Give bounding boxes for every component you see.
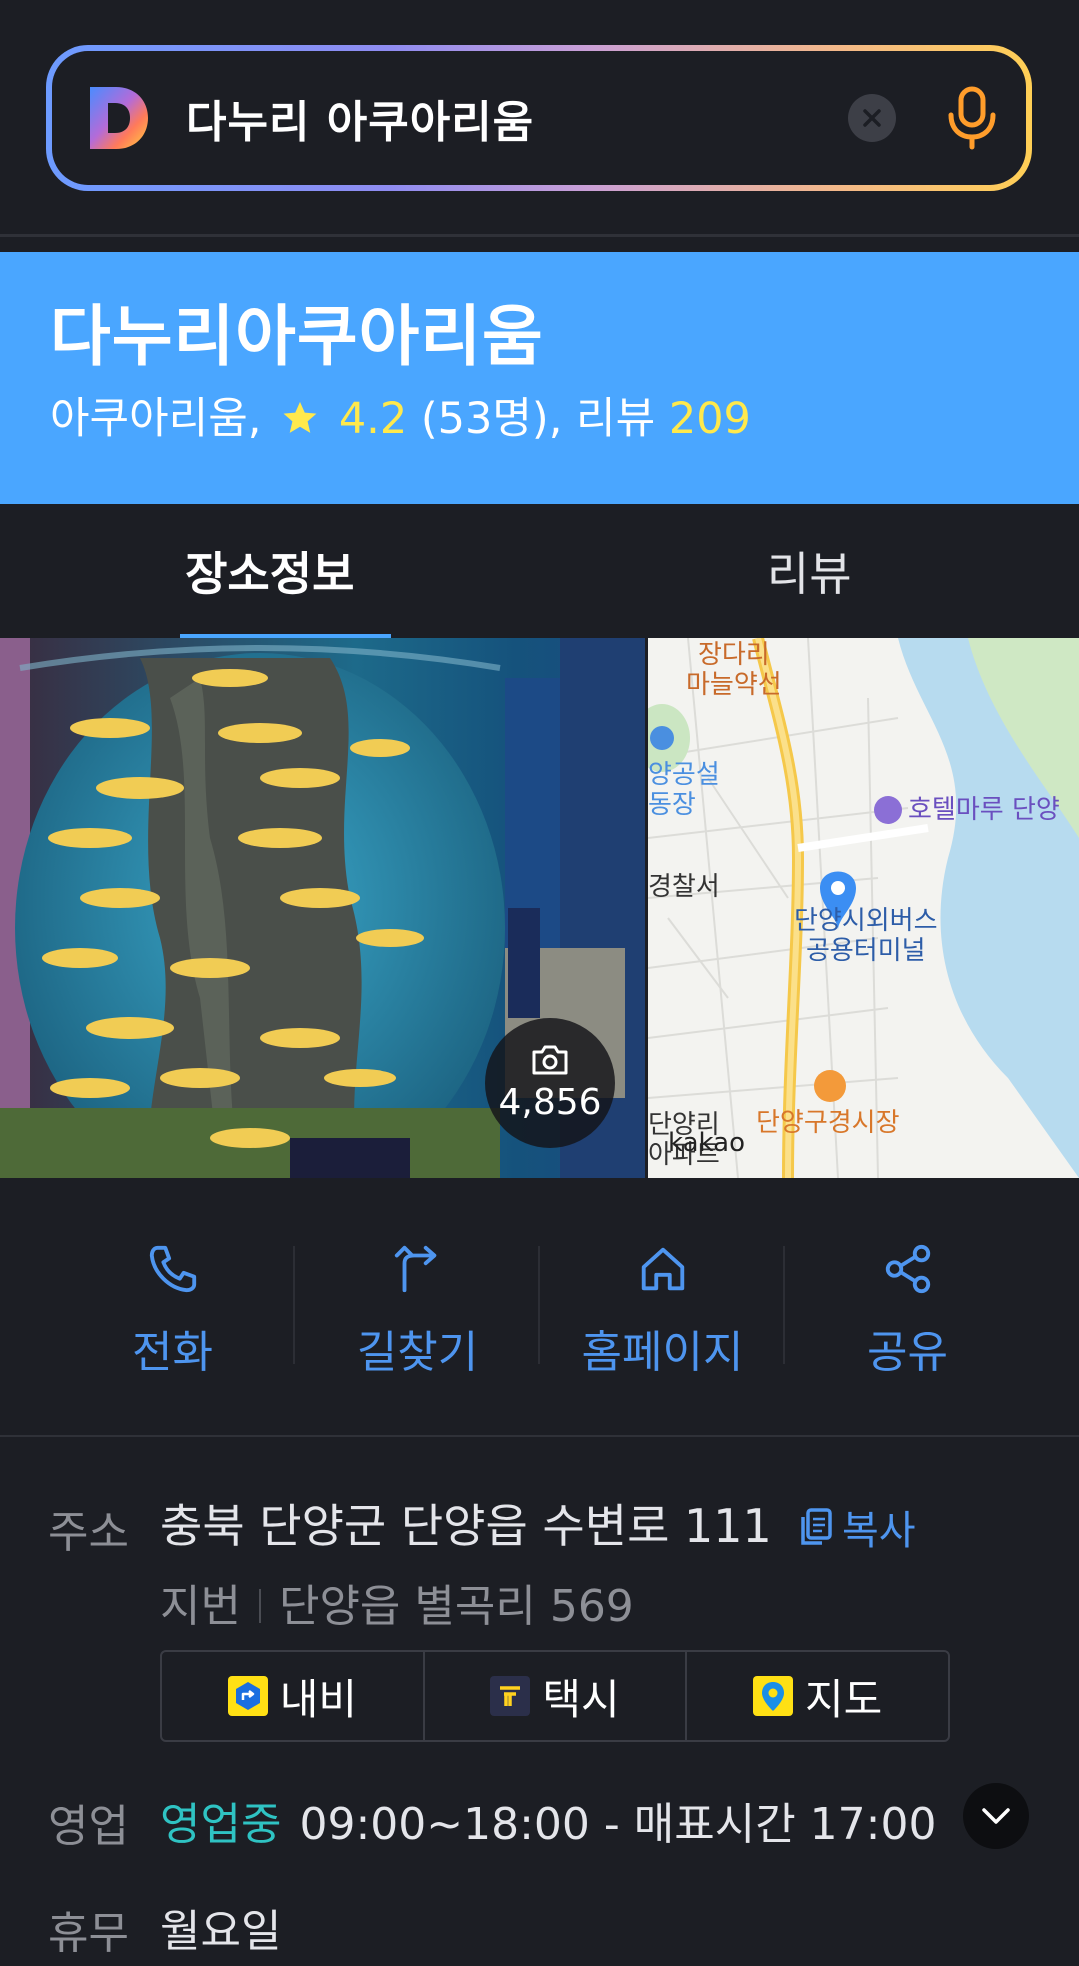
map-label-terminal: 단양시외버스 공용터미널 bbox=[794, 906, 938, 966]
jibun-row: 지번 단양읍 별곡리 569 bbox=[160, 1570, 634, 1634]
share-icon bbox=[885, 1244, 930, 1294]
map-label-hotel: 호텔마루 단양 bbox=[908, 795, 1060, 825]
action-label: 전화 bbox=[132, 1327, 213, 1378]
place-title: 다누리아쿠아리움 bbox=[50, 298, 544, 375]
action-label: 길찾기 bbox=[356, 1327, 479, 1378]
phone-icon bbox=[149, 1245, 196, 1293]
map-label-pharmacy: 장다리 마늘약선 bbox=[686, 640, 782, 700]
tab-place-info[interactable]: 장소정보 bbox=[0, 504, 540, 638]
tab-reviews[interactable]: 리뷰 bbox=[540, 504, 1079, 638]
open-status: 영업중 bbox=[160, 1799, 282, 1850]
map-label: 지도 bbox=[805, 1674, 883, 1724]
place-summary[interactable]: 아쿠아리움, 4.2 (53명), 리뷰 209 bbox=[50, 390, 1029, 448]
call-button[interactable]: 전화 bbox=[50, 1210, 295, 1380]
place-category: 아쿠아리움, bbox=[50, 394, 262, 444]
taxi-label: 택시 bbox=[542, 1674, 620, 1724]
divider bbox=[0, 234, 1079, 237]
taxi-button[interactable]: 택시 bbox=[422, 1652, 686, 1740]
address-label: 주소 bbox=[48, 1507, 129, 1558]
address-text: 충북 단양군 단양읍 수변로 111 bbox=[160, 1499, 772, 1553]
home-icon bbox=[641, 1247, 684, 1291]
location-map[interactable]: 장다리 마늘약선 양공설 동장 호텔마루 단양 경찰서 단양시외버스 공용터미널… bbox=[648, 638, 1079, 1178]
rating-count: (53명), 리뷰 bbox=[420, 394, 656, 444]
hours-text: 09:00~18:00 - 매표시간 17:00 bbox=[299, 1799, 937, 1850]
navi-button[interactable]: 내비 bbox=[162, 1652, 423, 1740]
copy-icon bbox=[801, 1508, 832, 1545]
camera-icon bbox=[532, 1045, 568, 1074]
copy-label: 복사 bbox=[842, 1508, 916, 1554]
divider bbox=[0, 1435, 1079, 1437]
action-label: 홈페이지 bbox=[581, 1327, 744, 1378]
chevron-down-icon bbox=[982, 1808, 1010, 1824]
map-label-market: 단양구경시장 bbox=[756, 1108, 900, 1138]
rating-value: 4.2 bbox=[338, 394, 408, 444]
search-input[interactable] bbox=[184, 91, 848, 145]
copy-address-button[interactable]: 복사 bbox=[798, 1498, 916, 1556]
tab-label: 장소정보 bbox=[185, 547, 355, 601]
kakao-logo: kakao bbox=[668, 1128, 745, 1158]
review-count: 209 bbox=[668, 394, 751, 444]
closed-day-text: 월요일 bbox=[160, 1906, 282, 1957]
photo-count-badge[interactable]: 4,856 bbox=[485, 1018, 615, 1148]
hours-label: 영업 bbox=[48, 1801, 129, 1852]
action-row: 전화 길찾기 홈페이지 공유 bbox=[50, 1210, 1030, 1380]
map-label-police: 경찰서 bbox=[648, 872, 720, 902]
clear-icon[interactable] bbox=[848, 94, 896, 142]
search-bar-inner bbox=[52, 51, 1026, 185]
place-photo[interactable]: 4,856 bbox=[0, 638, 645, 1178]
map-label-stadium: 양공설 동장 bbox=[648, 760, 720, 820]
tab-label: 리뷰 bbox=[766, 547, 852, 601]
star-icon bbox=[283, 401, 317, 433]
kakao-map-button[interactable]: 지도 bbox=[685, 1652, 948, 1740]
directions-button[interactable]: 길찾기 bbox=[295, 1210, 540, 1380]
expand-hours-button[interactable] bbox=[963, 1783, 1029, 1849]
microphone-icon[interactable] bbox=[942, 83, 1002, 153]
directions-icon bbox=[394, 1245, 436, 1293]
place-header: 다누리아쿠아리움 아쿠아리움, 4.2 (53명), 리뷰 209 bbox=[0, 252, 1079, 504]
search-bar[interactable] bbox=[46, 45, 1032, 191]
tab-bar: 장소정보 리뷰 bbox=[0, 504, 1079, 638]
hours-row: 영업중 09:00~18:00 - 매표시간 17:00 bbox=[160, 1788, 936, 1852]
daum-d-logo bbox=[90, 87, 148, 149]
map-pin-icon bbox=[753, 1676, 794, 1716]
taxi-icon bbox=[490, 1676, 531, 1716]
photo-count: 4,856 bbox=[498, 1081, 602, 1123]
share-button[interactable]: 공유 bbox=[785, 1210, 1030, 1380]
closed-label: 휴무 bbox=[48, 1908, 129, 1959]
navi-label: 내비 bbox=[279, 1674, 357, 1724]
jibun-label: 지번 bbox=[160, 1581, 241, 1632]
navi-icon bbox=[227, 1676, 268, 1716]
action-label: 공유 bbox=[867, 1327, 948, 1378]
homepage-button[interactable]: 홈페이지 bbox=[540, 1210, 785, 1380]
divider bbox=[258, 1589, 261, 1623]
media-section: 4,856 장다리 마늘약선 양공설 동장 호텔마루 단양 경찰서 단양시외버스… bbox=[0, 638, 1079, 1178]
map-app-buttons: 내비 택시 지도 bbox=[160, 1650, 950, 1742]
jibun-text: 단양읍 별곡리 569 bbox=[278, 1581, 634, 1632]
